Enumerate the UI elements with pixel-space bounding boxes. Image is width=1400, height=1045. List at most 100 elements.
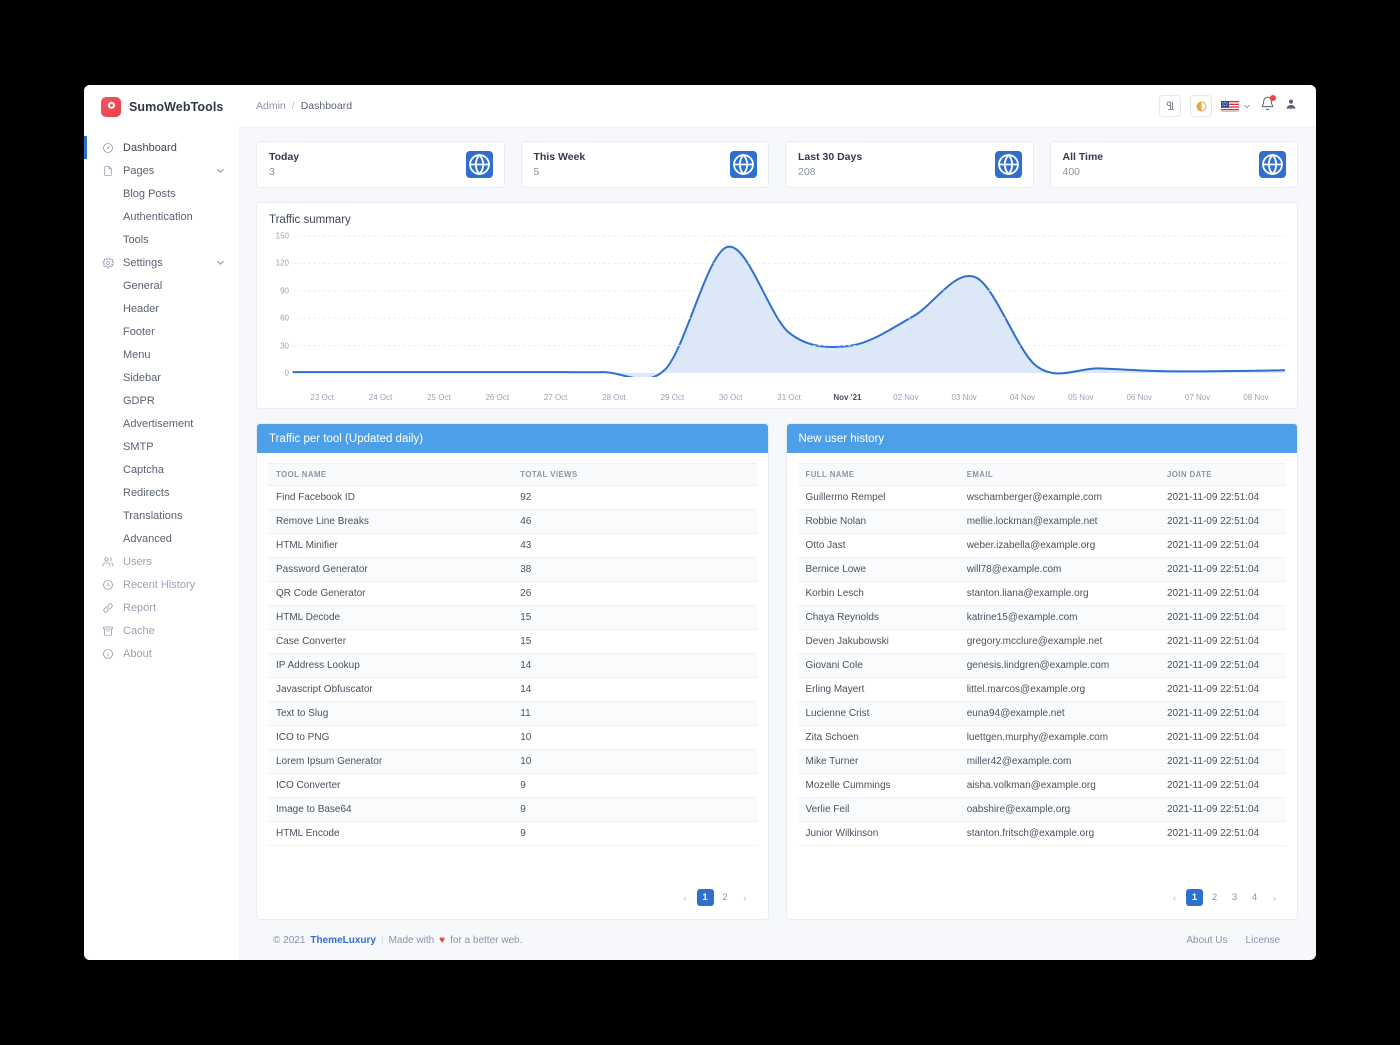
table-cell: gregory.mcclure@example.net bbox=[958, 629, 1159, 654]
chart-x-tick: 24 Oct bbox=[368, 393, 393, 402]
chart-x-axis: 23 Oct 24 Oct 25 Oct 26 Oct 27 Oct 28 Oct 29 O… bbox=[269, 393, 1285, 402]
sidebar-item-general[interactable]: General bbox=[84, 274, 239, 297]
table-cell: HTML Minifier bbox=[268, 533, 513, 558]
pagination-page-1[interactable]: 1 bbox=[1186, 889, 1203, 906]
table-cell: 14 bbox=[512, 677, 757, 702]
stat-value: 400 bbox=[1062, 166, 1081, 178]
speedometer-icon bbox=[101, 141, 114, 154]
breadcrumb-root[interactable]: Admin bbox=[256, 100, 286, 112]
footer-company-link[interactable]: ThemeLuxury bbox=[310, 935, 376, 946]
pagination-page-2[interactable]: 2 bbox=[717, 889, 734, 906]
sidebar-item-label: Advertisement bbox=[123, 417, 194, 430]
dark-mode-button[interactable] bbox=[1190, 95, 1212, 117]
stat-title: Last 30 Days bbox=[798, 151, 863, 163]
sidebar-item-cache[interactable]: Cache bbox=[84, 619, 239, 642]
sidebar-item-translations[interactable]: Translations bbox=[84, 504, 239, 527]
table-row: Javascript Obfuscator 14 bbox=[268, 677, 757, 702]
table-row: Image to Base64 9 bbox=[268, 797, 757, 822]
sidebar-item-label: Tools bbox=[123, 233, 149, 246]
typography-button[interactable] bbox=[1159, 95, 1181, 117]
breadcrumb-current: Dashboard bbox=[300, 100, 353, 112]
stat-text: This Week 5 bbox=[534, 151, 586, 178]
chevron-down-icon bbox=[1243, 97, 1251, 115]
notifications-button[interactable] bbox=[1260, 95, 1276, 116]
sidebar-item-blog-posts[interactable]: Blog Posts bbox=[84, 182, 239, 205]
stat-card-this-week: This Week 5 bbox=[520, 141, 769, 188]
table-cell: genesis.lindgren@example.com bbox=[958, 653, 1159, 678]
sidebar-item-advertisement[interactable]: Advertisement bbox=[84, 412, 239, 435]
column-header: TOOL NAME bbox=[268, 463, 513, 486]
sidebar-item-recent-history[interactable]: Recent History bbox=[84, 573, 239, 596]
pagination-page-1[interactable]: 1 bbox=[696, 889, 714, 906]
footer-link-about-us[interactable]: About Us bbox=[1186, 935, 1227, 946]
chart-x-tick: 07 Nov bbox=[1184, 393, 1211, 402]
table-cell: Junior Wilkinson bbox=[797, 821, 959, 846]
sidebar-item-footer[interactable]: Footer bbox=[84, 320, 239, 343]
pagination-page-3[interactable]: 3 bbox=[1226, 889, 1243, 906]
chart-x-tick: 29 Oct bbox=[660, 393, 685, 402]
table-cell: 10 bbox=[512, 749, 757, 774]
table-cell: Zita Schoen bbox=[797, 725, 959, 750]
sidebar-item-report[interactable]: Report bbox=[84, 596, 239, 619]
table-row: ICO Converter 9 bbox=[268, 773, 757, 798]
sidebar-item-about[interactable]: About bbox=[84, 642, 239, 665]
topbar-actions bbox=[1159, 95, 1298, 117]
panel-title: New user history bbox=[786, 424, 1297, 453]
pagination-prev[interactable]: ‹ bbox=[1166, 889, 1183, 906]
stat-value: 5 bbox=[533, 166, 540, 178]
table-row: Text to Slug 11 bbox=[268, 701, 757, 726]
table-cell: Lorem Ipsum Generator bbox=[268, 749, 513, 774]
sidebar-item-users[interactable]: Users bbox=[84, 550, 239, 573]
sidebar-item-captcha[interactable]: Captcha bbox=[84, 458, 239, 481]
sidebar-item-label: Menu bbox=[123, 348, 151, 361]
sidebar-item-redirects[interactable]: Redirects bbox=[84, 481, 239, 504]
globe-icon[interactable] bbox=[730, 151, 757, 178]
table-cell: ICO to PNG bbox=[268, 725, 513, 750]
language-selector[interactable] bbox=[1221, 97, 1251, 115]
brand-logo[interactable]: SumoWebTools bbox=[84, 85, 239, 128]
table-cell: 38 bbox=[512, 557, 757, 582]
chart-x-tick: 08 Nov bbox=[1243, 393, 1269, 402]
pagination-next[interactable]: › bbox=[1266, 889, 1283, 906]
table-cell: will78@example.com bbox=[958, 557, 1159, 582]
table-row: IP Address Lookup 14 bbox=[268, 653, 757, 678]
chevron-down-icon[interactable] bbox=[216, 258, 225, 267]
footer-divider: | bbox=[380, 934, 384, 946]
sidebar-item-label: Sidebar bbox=[123, 371, 161, 384]
table-cell: 46 bbox=[512, 509, 757, 534]
sidebar-item-gdpr[interactable]: GDPR bbox=[84, 389, 239, 412]
sidebar-item-pages[interactable]: Pages bbox=[84, 159, 239, 182]
sidebar-item-advanced[interactable]: Advanced bbox=[84, 527, 239, 550]
pagination-page-4[interactable]: 4 bbox=[1246, 889, 1263, 906]
sidebar-item-settings[interactable]: Settings bbox=[84, 251, 239, 274]
new-user-history-panel: New user history FULL NAME EMAIL JOIN DATE… bbox=[785, 423, 1298, 920]
table-cell: Verlie Feil bbox=[797, 797, 959, 822]
sidebar-item-dashboard[interactable]: Dashboard bbox=[84, 136, 239, 159]
chevron-down-icon[interactable] bbox=[216, 166, 225, 175]
stat-text: All Time 400 bbox=[1063, 151, 1104, 178]
pagination-next[interactable]: › bbox=[737, 889, 754, 906]
globe-icon[interactable] bbox=[1259, 151, 1286, 178]
table-cell: Lucienne Crist bbox=[797, 701, 959, 726]
users-table-wrap: FULL NAME EMAIL JOIN DATE Guillermo Rempel… bbox=[787, 453, 1298, 846]
pagination-page-2[interactable]: 2 bbox=[1206, 889, 1223, 906]
breadcrumb: Admin / Dashboard bbox=[256, 100, 352, 112]
pagination-prev[interactable]: ‹ bbox=[677, 889, 694, 906]
table-cell: Mozelle Cummings bbox=[797, 773, 959, 798]
table-row: Robbie Nolan mellie.lockman@example.net 20… bbox=[797, 509, 1286, 534]
sidebar-item-header[interactable]: Header bbox=[84, 297, 239, 320]
footer-link-license[interactable]: License bbox=[1246, 935, 1280, 946]
globe-icon[interactable] bbox=[465, 151, 493, 178]
sidebar-item-authentication[interactable]: Authentication bbox=[84, 205, 239, 228]
sidebar-item-menu[interactable]: Menu bbox=[84, 343, 239, 366]
stat-title: All Time bbox=[1062, 151, 1104, 163]
table-cell: 2021-11-09 22:51:04 bbox=[1158, 581, 1286, 606]
sidebar-item-smtp[interactable]: SMTP bbox=[84, 435, 239, 458]
table-row: Case Converter 15 bbox=[268, 629, 757, 654]
sidebar-item-sidebar[interactable]: Sidebar bbox=[84, 366, 239, 389]
table-header-row: FULL NAME EMAIL JOIN DATE bbox=[797, 463, 1286, 486]
sidebar-item-tools[interactable]: Tools bbox=[84, 228, 239, 251]
sidebar-item-label: Header bbox=[123, 302, 160, 315]
globe-icon[interactable] bbox=[994, 151, 1022, 178]
account-button[interactable] bbox=[1284, 97, 1298, 116]
